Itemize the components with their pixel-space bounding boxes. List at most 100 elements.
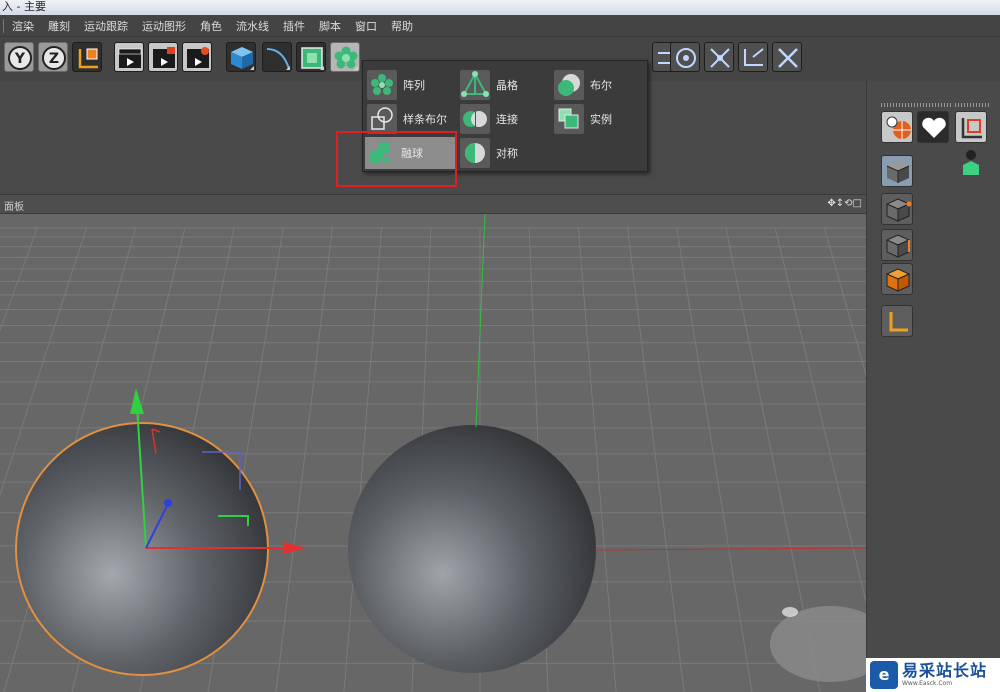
array-icon (367, 70, 397, 100)
window-title: 入 - 主要 (2, 0, 46, 13)
grid-line (676, 227, 753, 692)
menu-help[interactable]: 帮助 (384, 18, 420, 34)
edges-mode-button[interactable] (881, 229, 913, 261)
polygons-cube-icon (885, 268, 911, 292)
spline-boole-icon (367, 104, 397, 134)
grid-line (0, 227, 38, 332)
boole-icon (554, 70, 584, 100)
viewport-nav-icons[interactable]: ✥↕⟲□ (827, 198, 862, 209)
axis-y-button[interactable]: Y (4, 42, 34, 72)
site-watermark: e 易采站长站 Www.Easck.Com (866, 658, 1000, 692)
world-x-axis-line (594, 547, 866, 551)
menu-item-boole[interactable]: 布尔 (554, 69, 612, 101)
gizmo-x-arrow (284, 542, 306, 554)
toolbar-tool-button[interactable] (772, 42, 802, 72)
menu-item-instance[interactable]: 实例 (554, 103, 612, 135)
axis-y-icon: Y (8, 46, 32, 70)
perspective-viewport[interactable] (0, 214, 866, 692)
favorites-button[interactable] (917, 111, 949, 143)
menu-item-array[interactable]: 阵列 (367, 69, 425, 101)
globe-person-icon (886, 116, 911, 139)
toolbar-tool-button[interactable] (704, 42, 734, 72)
polygons-mode-button[interactable] (881, 263, 913, 295)
render-settings-button[interactable] (182, 42, 212, 72)
points-mode-button[interactable] (881, 193, 913, 225)
gizmo-y-arrow (130, 388, 144, 414)
viewport-scene (0, 214, 866, 692)
sphere (348, 425, 596, 673)
submenu-corner (320, 66, 324, 70)
palette-grip (881, 103, 915, 107)
svg-text:Z: Z (49, 51, 59, 67)
modeling-objects-button[interactable] (330, 42, 360, 72)
model-mode-button[interactable] (881, 155, 913, 187)
gizmo-z-handle (164, 499, 172, 507)
heart-icon (922, 117, 946, 138)
menu-window[interactable]: 窗口 (348, 18, 384, 34)
axis-z-button[interactable]: Z (38, 42, 68, 72)
viewport-panel-label: 面板 (4, 202, 24, 213)
grid-line (577, 227, 617, 692)
circle-target-icon (676, 48, 696, 68)
menu-mograph[interactable]: 运动图形 (135, 18, 193, 34)
model-cube-icon (886, 161, 910, 183)
submenu-corner (286, 66, 290, 70)
clapper-gear-icon (187, 47, 209, 68)
menu-item-atom-array[interactable]: 晶格 (460, 69, 518, 101)
instance-icon (554, 104, 584, 134)
edit-coordinates-button[interactable] (955, 111, 987, 143)
toolbar-tool-button[interactable] (738, 42, 768, 72)
person-button[interactable] (955, 147, 987, 179)
menu-pipeline[interactable]: 流水线 (229, 18, 276, 34)
grid-line (275, 227, 333, 692)
watermark-title: 易采站长站 (902, 661, 988, 680)
watermark-url: Www.Easck.Com (902, 680, 953, 687)
coordinate-system-button[interactable] (72, 42, 102, 72)
edges-cube-icon (885, 234, 911, 258)
subdivision-surface-button[interactable] (296, 42, 326, 72)
world-coordinates-icon (78, 48, 98, 69)
menu-render[interactable]: 渲染 (5, 18, 41, 34)
menu-item-connect[interactable]: 连接 (460, 103, 518, 135)
viewport-light-blob-highlight (782, 607, 798, 617)
clapper-icon (118, 48, 142, 68)
palette-grip (917, 103, 951, 107)
right-tool-palette (866, 81, 1000, 692)
submenu-corner (354, 66, 358, 70)
person-icon (963, 150, 979, 175)
toolbar-tool-button[interactable] (670, 42, 700, 72)
menu-character[interactable]: 角色 (193, 18, 229, 34)
points-cube-icon (885, 198, 912, 222)
cube-object-button[interactable] (226, 42, 256, 72)
menu-script[interactable]: 脚本 (312, 18, 348, 34)
render-view-button[interactable] (114, 42, 144, 72)
scene-globe-button[interactable] (881, 111, 913, 143)
submenu-corner (250, 66, 254, 70)
menu-bar: 渲染 雕刻 运动跟踪 运动图形 角色 流水线 插件 脚本 窗口 帮助 (0, 15, 1000, 37)
spline-button[interactable] (262, 42, 292, 72)
explode-icon (710, 48, 730, 68)
symmetry-icon (460, 138, 490, 168)
annotation-highlight-box (336, 131, 457, 187)
menu-plugins[interactable]: 插件 (276, 18, 312, 34)
menu-motion-tracking[interactable]: 运动跟踪 (77, 18, 135, 34)
axis-z-icon: Z (42, 46, 66, 70)
bend-icon (744, 48, 764, 66)
axis-mode-button[interactable] (881, 305, 913, 337)
cross-arrows-icon (778, 48, 798, 68)
render-to-picture-viewer-button[interactable] (148, 42, 178, 72)
viewport-light-blob (770, 606, 866, 682)
watermark-logo-icon: e (870, 661, 898, 689)
connect-icon (460, 104, 490, 134)
axis-icon (889, 312, 908, 332)
menu-item-symmetry[interactable]: 对称 (460, 137, 518, 169)
window-title-bar: 入 - 主要 (0, 0, 1000, 15)
menu-separator (3, 18, 4, 33)
menu-sculpt[interactable]: 雕刻 (41, 18, 77, 34)
palette-grip (955, 103, 989, 107)
grid-line (627, 227, 685, 692)
viewport-header: 面板 ✥↕⟲□ (0, 194, 866, 214)
svg-text:Y: Y (14, 51, 26, 67)
clapper-picture-icon (153, 47, 175, 68)
atom-array-icon (460, 70, 490, 100)
